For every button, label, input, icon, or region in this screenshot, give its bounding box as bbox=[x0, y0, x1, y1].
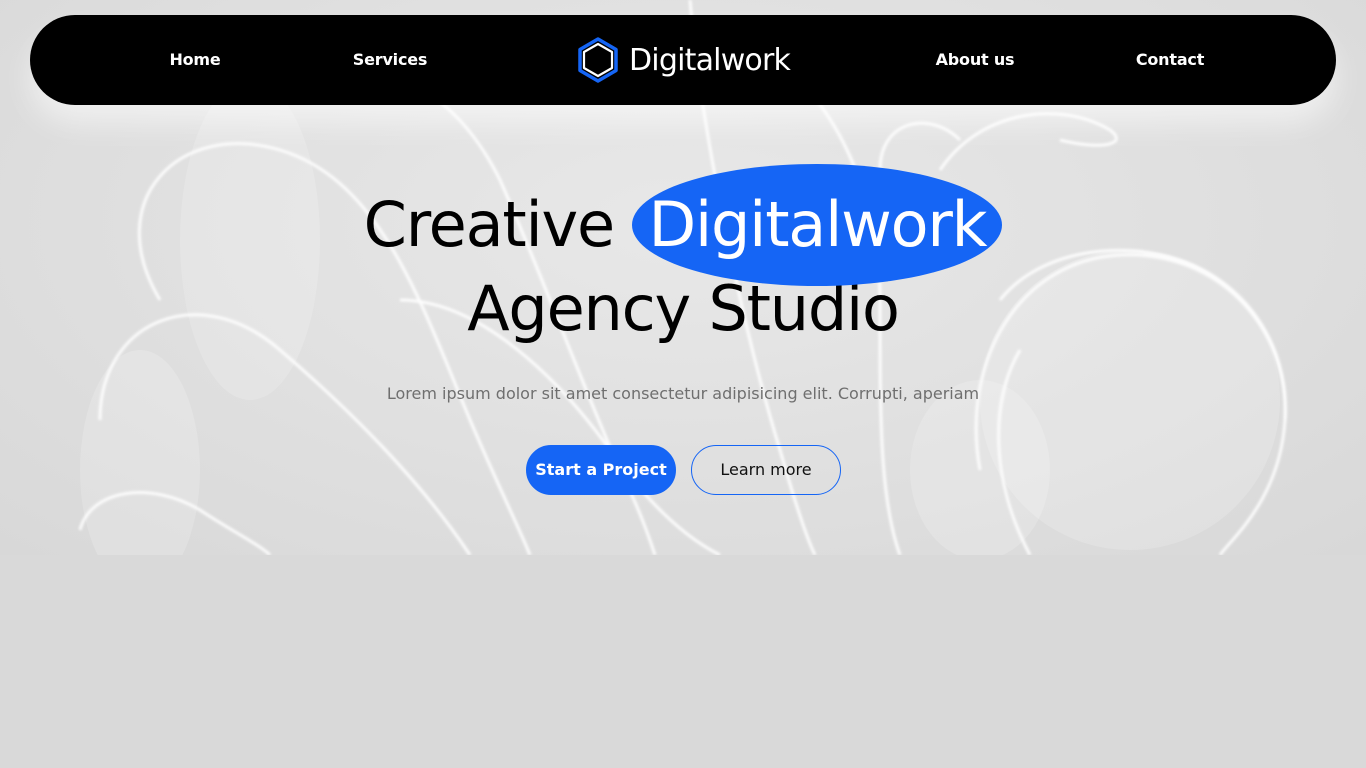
navbar: Home Services Digitalwork About us Conta… bbox=[30, 15, 1336, 105]
start-project-button[interactable]: Start a Project bbox=[526, 445, 676, 495]
headline-highlight: Digitalwork bbox=[632, 164, 1003, 286]
page: Home Services Digitalwork About us Conta… bbox=[0, 0, 1366, 768]
nav-link-home[interactable]: Home bbox=[169, 15, 220, 105]
nav-link-services[interactable]: Services bbox=[353, 15, 428, 105]
learn-more-button[interactable]: Learn more bbox=[691, 445, 841, 495]
hero-subtitle: Lorem ipsum dolor sit amet consectetur a… bbox=[386, 384, 980, 403]
hero-headline: Creative Digitalwork Agency Studio bbox=[0, 164, 1366, 351]
brand-logo-link[interactable]: Digitalwork bbox=[575, 15, 791, 105]
hero-section: Home Services Digitalwork About us Conta… bbox=[0, 0, 1366, 555]
headline-line-2: Agency Studio bbox=[467, 272, 900, 345]
headline-line-1: Creative Digitalwork bbox=[0, 164, 1366, 286]
nav-link-about-us[interactable]: About us bbox=[936, 15, 1015, 105]
brand-name: Digitalwork bbox=[629, 42, 791, 78]
hexagon-icon bbox=[578, 37, 618, 83]
nav-link-contact[interactable]: Contact bbox=[1136, 15, 1205, 105]
headline-part-1: Creative bbox=[363, 188, 616, 261]
